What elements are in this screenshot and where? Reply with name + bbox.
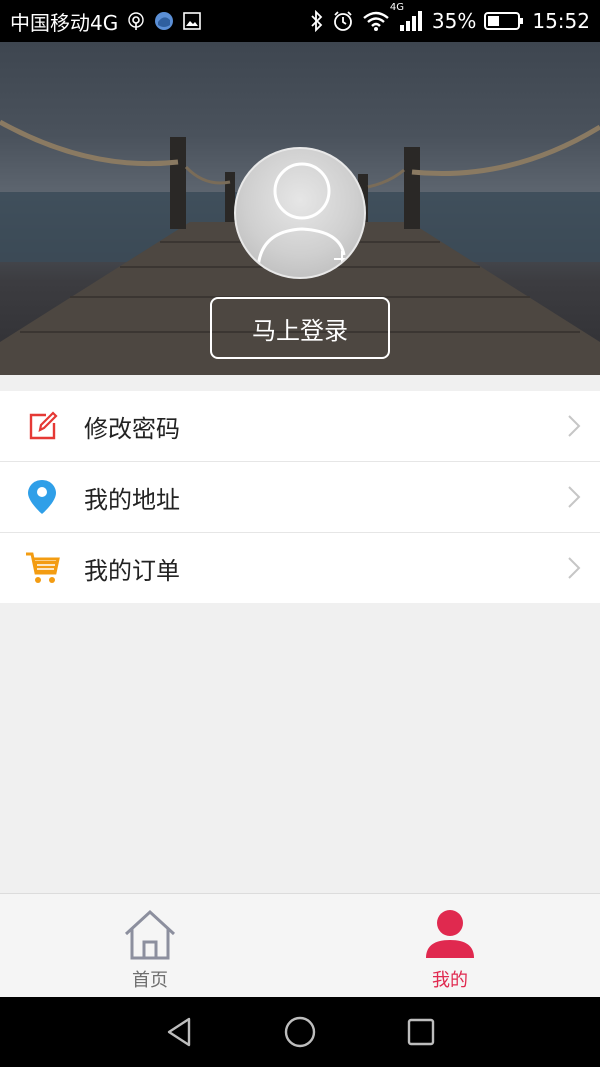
app-notification-icon <box>154 11 174 31</box>
alarm-icon <box>332 10 354 32</box>
user-avatar[interactable] <box>234 147 366 279</box>
location-pin-icon <box>22 477 62 517</box>
menu-item-label: 我的订单 <box>84 556 180 585</box>
profile-header: 马上登录 <box>0 42 600 375</box>
login-button[interactable]: 马上登录 <box>210 297 390 359</box>
menu-item-my-address[interactable]: 我的地址 <box>0 462 600 533</box>
recent-apps-icon[interactable] <box>406 1017 436 1047</box>
tab-label: 我的 <box>432 970 468 991</box>
signal-icon: 4G <box>390 2 424 32</box>
battery-percent: 35% <box>431 9 477 33</box>
person-icon <box>426 910 474 958</box>
image-notification-icon <box>182 11 202 31</box>
carrier-label: 中国移动4G <box>10 10 119 35</box>
home-icon <box>124 909 176 960</box>
menu-item-label: 我的地址 <box>84 485 180 514</box>
network-badge: 4G <box>389 2 405 13</box>
bottom-tab-bar: 首页 我的 <box>0 893 600 997</box>
battery-icon <box>484 10 524 32</box>
wifi-icon <box>362 10 390 32</box>
status-bar: 中国移动4G 4G 35% 15:52 <box>0 0 600 42</box>
user-avatar-icon <box>256 162 350 270</box>
home-circle-icon[interactable] <box>283 1015 317 1049</box>
chevron-right-icon <box>568 486 581 508</box>
tab-me[interactable]: 我的 <box>300 894 600 997</box>
bluetooth-icon <box>310 10 324 32</box>
system-navigation-bar <box>0 997 600 1067</box>
tab-label: 首页 <box>132 970 168 991</box>
menu-item-label: 修改密码 <box>84 414 180 443</box>
settings-menu: 修改密码 我的地址 我的订单 <box>0 391 600 603</box>
clock-time: 15:52 <box>532 9 590 33</box>
shopping-cart-icon <box>22 548 62 588</box>
menu-item-my-orders[interactable]: 我的订单 <box>0 533 600 603</box>
edit-icon <box>22 406 62 446</box>
back-icon[interactable] <box>164 1016 194 1048</box>
tab-home[interactable]: 首页 <box>0 894 300 997</box>
chevron-right-icon <box>568 557 581 579</box>
menu-item-change-password[interactable]: 修改密码 <box>0 391 600 462</box>
chevron-right-icon <box>568 415 581 437</box>
hotspot-icon <box>126 11 146 31</box>
